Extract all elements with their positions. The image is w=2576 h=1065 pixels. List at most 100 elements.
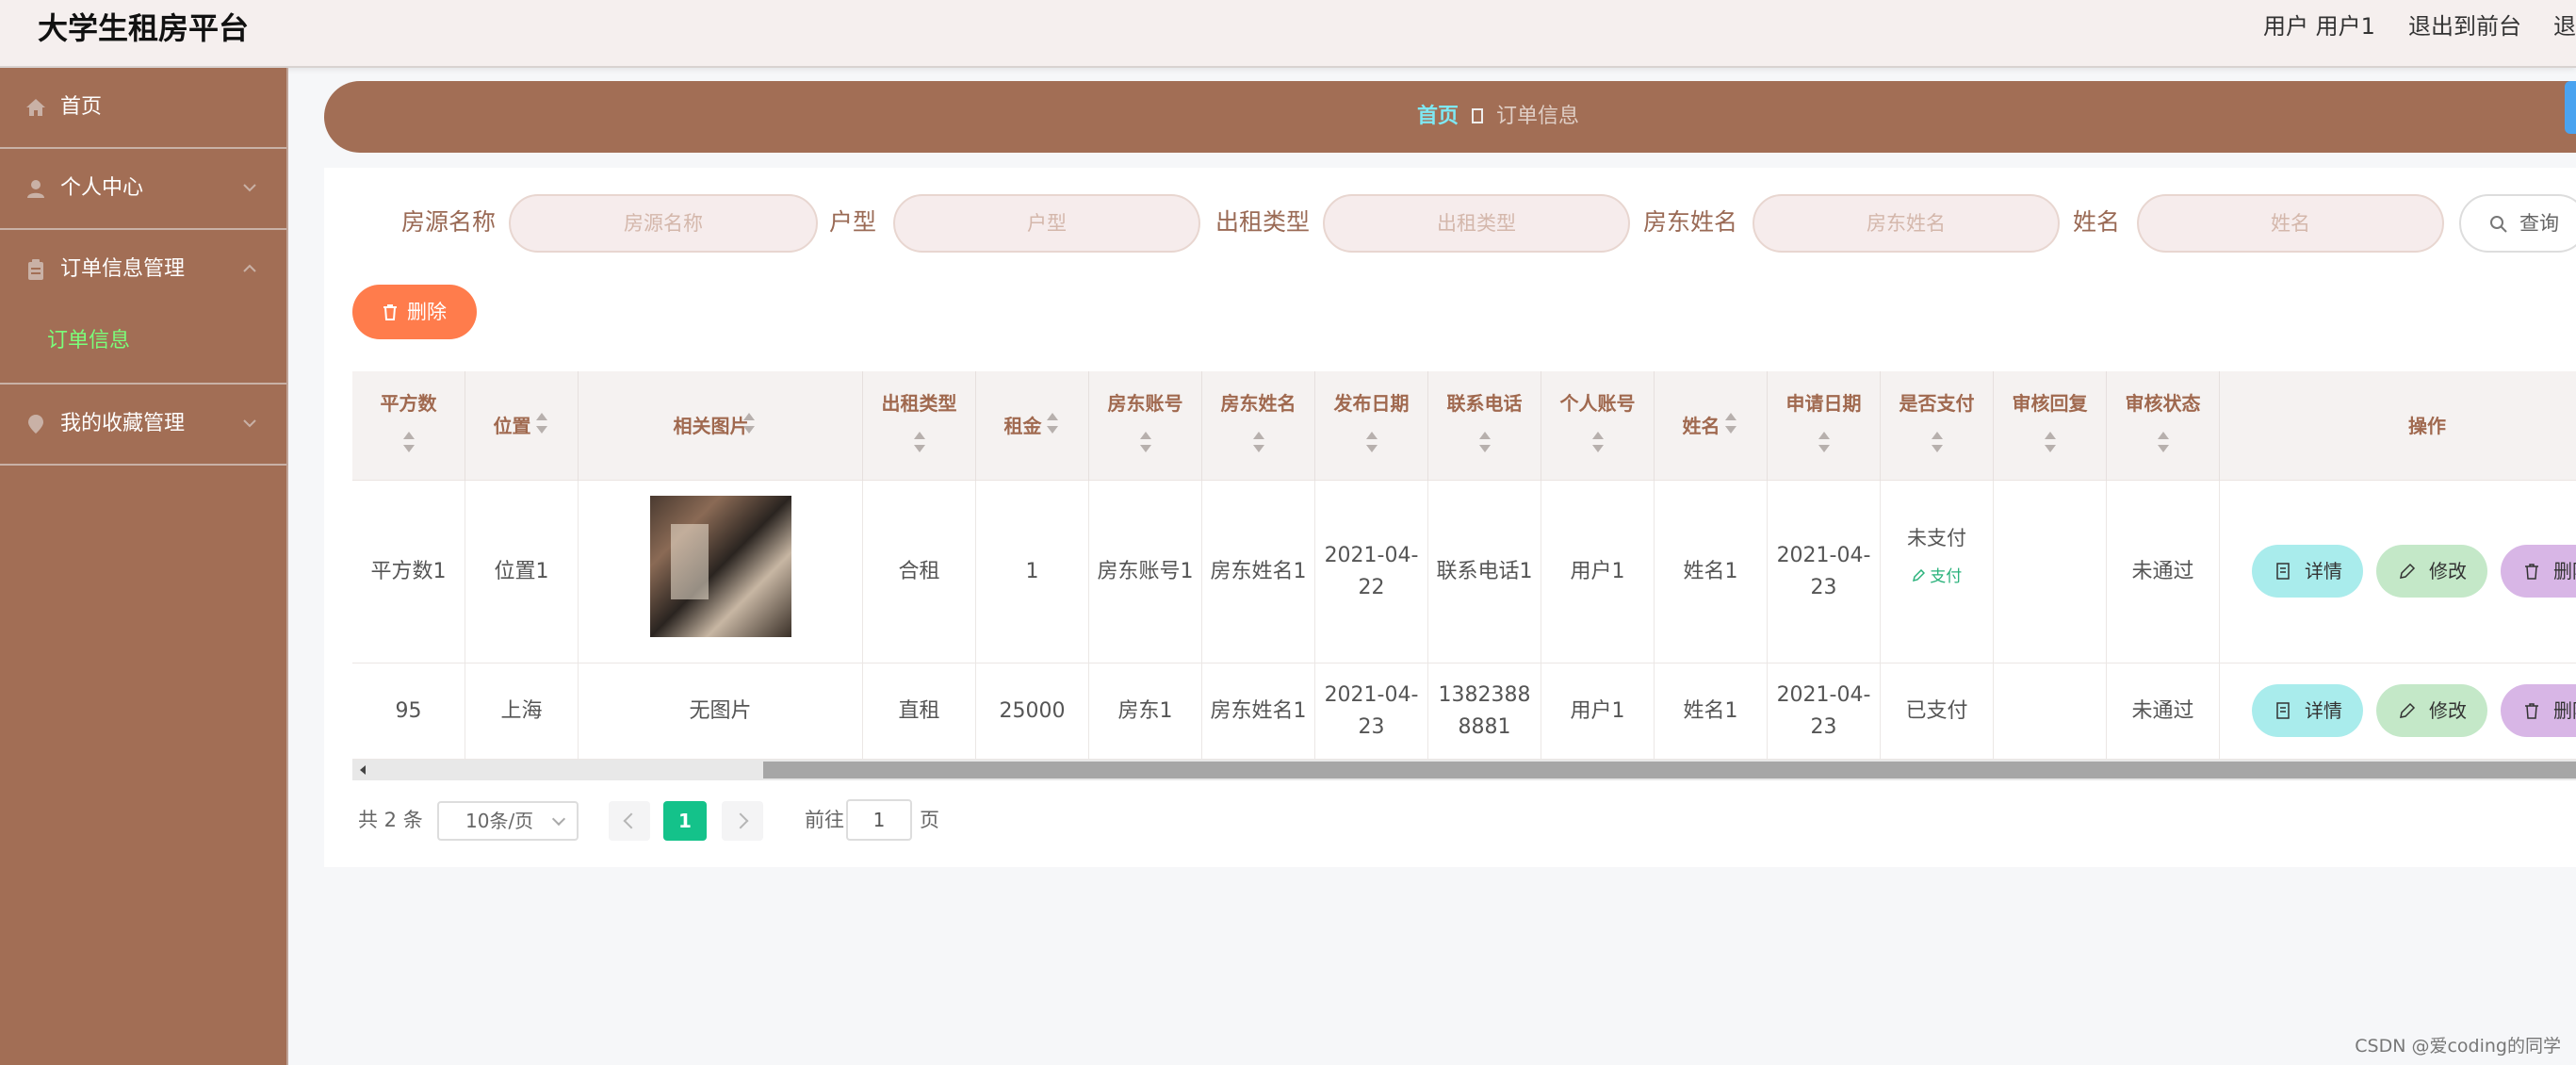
sort-icon[interactable] <box>535 413 548 434</box>
column-header-name[interactable]: 姓名 <box>1655 371 1768 481</box>
column-header-label: 审核回复 <box>2012 392 2088 415</box>
column-header-image[interactable]: 相关图片 <box>579 371 863 481</box>
sidebar-item-order-management[interactable]: 订单信息管理 订单信息 <box>0 230 286 385</box>
next-page-button[interactable] <box>722 801 763 841</box>
goto-page-input[interactable]: 1 <box>846 799 912 841</box>
cell-apply-date: 2021-04-23 <box>1768 481 1881 663</box>
row-delete-button[interactable]: 删除 <box>2501 684 2576 737</box>
landlord-name-input[interactable]: 房东姓名 <box>1753 194 2060 253</box>
column-header-review-reply[interactable]: 审核回复 <box>1994 371 2107 481</box>
cell-value: 2021-04-22 <box>1324 543 1419 599</box>
detail-button-label: 详情 <box>2305 560 2342 582</box>
cell-user-account: 用户1 <box>1541 664 1655 759</box>
sort-icon[interactable] <box>1478 432 1492 452</box>
breadcrumb-current: 订单信息 <box>1496 105 1580 128</box>
column-header-label: 位置 <box>493 415 531 437</box>
search-button[interactable]: 查询 <box>2459 194 2576 253</box>
table-row: 平方数1 位置1 合租 1 房东账号1 房东姓名1 2021-04-22 联系电… <box>352 481 2576 664</box>
column-header-landlord-account[interactable]: 房东账号 <box>1089 371 1202 481</box>
detail-button[interactable]: 详情 <box>2252 545 2363 598</box>
cell-rent: 1 <box>976 481 1089 663</box>
cell-review-reply <box>1994 481 2107 663</box>
sidebar-item-personal-center[interactable]: 个人中心 <box>0 149 286 230</box>
detail-button[interactable]: 详情 <box>2252 684 2363 737</box>
sort-icon[interactable] <box>1724 413 1737 434</box>
column-header-paid[interactable]: 是否支付 <box>1881 371 1994 481</box>
house-name-input[interactable]: 房源名称 <box>509 194 818 253</box>
exit-to-front-link[interactable]: 退出到前台 <box>2408 11 2521 41</box>
logout-link[interactable]: 退 <box>2553 11 2576 41</box>
delete-button[interactable]: 删除 <box>352 285 477 339</box>
clipboard-icon <box>28 259 43 280</box>
column-header-label: 房东姓名 <box>1220 392 1296 415</box>
breadcrumb-home[interactable]: 首页 <box>1417 105 1459 128</box>
sidebar-item-favorites[interactable]: 我的收藏管理 <box>0 385 286 466</box>
watermark: CSDN @爱coding的同学 <box>2355 1036 2561 1057</box>
cell-actions: 详情 修改 删除 <box>2220 664 2576 759</box>
sidebar-item-label: 我的收藏管理 <box>60 412 186 435</box>
side-tab-button[interactable] <box>2565 81 2576 134</box>
sort-icon[interactable] <box>1591 432 1605 452</box>
sort-icon[interactable] <box>913 432 926 452</box>
page-suffix-label: 页 <box>920 809 939 831</box>
column-header-landlord-name[interactable]: 房东姓名 <box>1202 371 1315 481</box>
cell-value: 房东姓名1 <box>1210 559 1307 583</box>
layout-input[interactable]: 户型 <box>893 194 1200 253</box>
sort-icon[interactable] <box>1365 432 1378 452</box>
paid-status: 未支付 <box>1907 527 1966 549</box>
sort-icon[interactable] <box>1046 413 1059 434</box>
page-size-value: 10条/页 <box>465 810 534 832</box>
sort-icon[interactable] <box>1252 432 1265 452</box>
rent-type-input[interactable]: 出租类型 <box>1323 194 1630 253</box>
search-label-house-name: 房源名称 <box>401 208 497 236</box>
scroll-left-icon[interactable] <box>360 765 366 775</box>
house-photo[interactable] <box>650 496 791 637</box>
cell-phone: 联系电话1 <box>1428 481 1541 663</box>
column-header-apply-date[interactable]: 申请日期 <box>1768 371 1881 481</box>
sort-icon[interactable] <box>1139 432 1152 452</box>
column-header-review-status[interactable]: 审核状态 <box>2107 371 2220 481</box>
name-input[interactable]: 姓名 <box>2137 194 2444 253</box>
search-label-landlord-name: 房东姓名 <box>1643 208 1738 236</box>
cell-value: 用户1 <box>1570 559 1625 583</box>
pagination-total: 共 2 条 <box>358 809 423 831</box>
sort-icon[interactable] <box>742 413 756 434</box>
column-header-label: 审核状态 <box>2125 392 2201 415</box>
cell-landlord-account: 房东账号1 <box>1089 481 1202 663</box>
column-header-label: 姓名 <box>1682 415 1720 437</box>
pay-link[interactable]: 支付 <box>1881 565 1993 588</box>
column-header-label: 发布日期 <box>1333 392 1410 415</box>
sidebar-item-home[interactable]: 首页 <box>0 68 286 149</box>
sort-icon[interactable] <box>402 432 416 452</box>
column-header-phone[interactable]: 联系电话 <box>1428 371 1541 481</box>
prev-page-button[interactable] <box>609 801 650 841</box>
search-label-name: 姓名 <box>2073 208 2121 236</box>
pay-link-label: 支付 <box>1930 567 1963 586</box>
column-header-label: 相关图片 <box>673 415 749 437</box>
search-label-layout: 户型 <box>829 208 877 236</box>
cell-location: 上海 <box>465 664 579 759</box>
edit-button-label: 修改 <box>2429 699 2467 722</box>
page-size-select[interactable]: 10条/页 <box>437 801 579 841</box>
search-label-rent-type: 出租类型 <box>1215 208 1311 236</box>
site-title: 大学生租房平台 <box>38 10 250 46</box>
cell-value: 位置1 <box>494 559 549 583</box>
current-page-button[interactable]: 1 <box>663 801 707 841</box>
edit-button[interactable]: 修改 <box>2376 684 2487 737</box>
sort-icon[interactable] <box>1931 432 1944 452</box>
scrollbar-thumb[interactable] <box>763 762 2576 778</box>
sidebar-subitem-order-info[interactable]: 订单信息 <box>47 328 130 354</box>
sort-icon[interactable] <box>2044 432 2057 452</box>
horizontal-scrollbar[interactable] <box>352 760 2576 780</box>
column-header-rent[interactable]: 租金 <box>976 371 1089 481</box>
detail-button-label: 详情 <box>2305 699 2342 722</box>
sort-icon[interactable] <box>1818 432 1831 452</box>
table-header: 平方数 位置 相关图片 出租类型 租金 房东账号 房东姓名 发布日期 联系电话 … <box>352 371 2576 481</box>
sort-icon[interactable] <box>2157 432 2170 452</box>
edit-button[interactable]: 修改 <box>2376 545 2487 598</box>
document-icon <box>2276 563 2290 580</box>
cell-location: 位置1 <box>465 481 579 663</box>
row-delete-button[interactable]: 删除 <box>2501 545 2576 598</box>
trash-icon <box>2525 703 2538 719</box>
column-header-publish-date[interactable]: 发布日期 <box>1315 371 1428 481</box>
